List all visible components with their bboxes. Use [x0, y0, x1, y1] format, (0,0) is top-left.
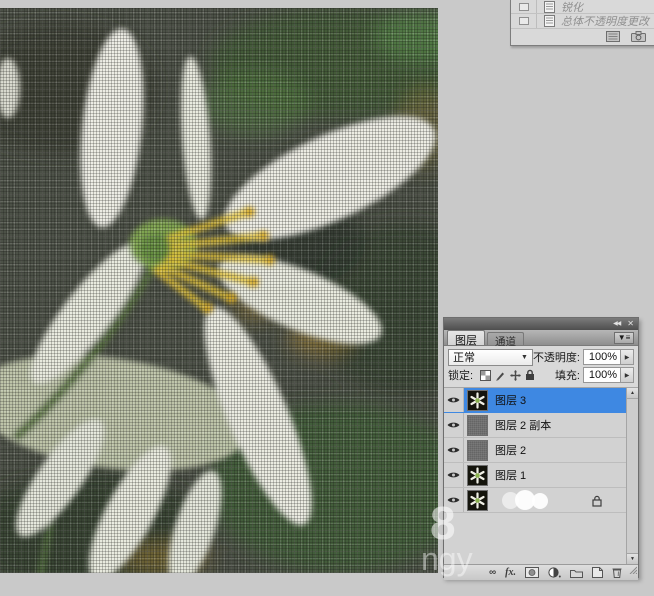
visibility-toggle[interactable]: [444, 413, 464, 437]
layer-style-icon[interactable]: fx.: [505, 567, 516, 578]
visibility-toggle[interactable]: [444, 488, 464, 512]
eye-icon: [447, 472, 460, 478]
opacity-slider-icon[interactable]: ▶: [621, 349, 634, 365]
collapse-panel-icon[interactable]: ◀◀: [613, 320, 621, 328]
resize-grip-icon[interactable]: [629, 561, 638, 579]
scroll-up-icon[interactable]: ▲: [627, 388, 638, 399]
close-panel-icon[interactable]: ✕: [627, 320, 634, 328]
layer-name[interactable]: 图层 2 副本: [495, 417, 551, 433]
layer-thumbnail[interactable]: [467, 439, 488, 461]
link-layers-icon[interactable]: ∞: [489, 567, 496, 578]
blend-mode-select[interactable]: 正常 ▼: [448, 348, 533, 366]
add-layer-mask-icon[interactable]: [525, 567, 539, 578]
layers-panel-controls: 正常 ▼ 不透明度: 100% ▶ 锁定: 填充: 100% ▶: [444, 346, 638, 388]
layer-locked-icon: [592, 494, 602, 512]
layers-panel-tabs: 图层 通道 ▼≡: [444, 330, 638, 348]
panel-menu-icon[interactable]: ▼≡: [614, 332, 634, 344]
history-state-label: 总体不透明度更改: [561, 16, 649, 28]
lock-label: 锁定:: [448, 370, 474, 382]
visibility-toggle[interactable]: [444, 463, 464, 487]
layer-thumbnail[interactable]: [467, 464, 488, 486]
layer-name[interactable]: 图层 3: [495, 392, 526, 408]
layers-panel-titlebar: ◀◀ ✕: [444, 318, 638, 330]
opacity-label: 不透明度:: [532, 352, 580, 364]
layers-bottom-bar: ∞ fx.: [444, 564, 638, 580]
tab-channels[interactable]: 通道: [487, 332, 524, 348]
adjustment-layer-icon[interactable]: [548, 567, 561, 578]
eye-icon: [447, 397, 460, 403]
fill-input[interactable]: 100%: [583, 367, 621, 383]
opacity-input[interactable]: 100%: [583, 349, 621, 365]
tab-layers[interactable]: 图层: [447, 330, 485, 347]
document-canvas[interactable]: [0, 8, 438, 573]
layer-name[interactable]: 图层 2: [495, 442, 526, 458]
layer-row-1[interactable]: 图层 1: [444, 463, 626, 488]
layer-row-2-copy[interactable]: 图层 2 副本: [444, 413, 626, 438]
fill-slider-icon[interactable]: ▶: [621, 367, 634, 383]
eye-icon: [447, 497, 460, 503]
visibility-toggle[interactable]: [444, 388, 464, 412]
history-state-row[interactable]: 总体不透明度更改: [511, 14, 654, 29]
layers-panel: ◀◀ ✕ 图层 通道 ▼≡ 正常 ▼ 不透明度: 100% ▶ 锁定: 填充: …: [443, 317, 639, 580]
new-layer-icon[interactable]: [592, 567, 603, 578]
lock-all-icon[interactable]: [525, 369, 535, 381]
eye-icon: [447, 447, 460, 453]
layer-thumbnail[interactable]: [467, 389, 488, 411]
blend-mode-value: 正常: [453, 352, 475, 364]
layer-thumbnail[interactable]: [467, 414, 488, 436]
history-bottom-bar: [511, 29, 654, 44]
history-brush-source-well[interactable]: [511, 0, 537, 13]
chevron-down-icon: ▼: [521, 353, 528, 361]
history-brush-source-well[interactable]: [511, 14, 537, 28]
history-state-row[interactable]: 锐化: [511, 0, 654, 14]
new-snapshot-icon[interactable]: [631, 31, 646, 42]
layer-name[interactable]: 图层 1: [495, 467, 526, 483]
history-state-icon: [544, 15, 556, 27]
visibility-toggle[interactable]: [444, 438, 464, 462]
history-state-icon: [544, 0, 556, 13]
new-group-icon[interactable]: [570, 568, 583, 578]
delete-layer-icon[interactable]: [612, 567, 622, 578]
eye-icon: [447, 422, 460, 428]
layers-list: 图层 3 图层 2 副本 图层 2 图层 1 ▲ ▼: [444, 388, 638, 564]
layer-row-background[interactable]: [444, 488, 626, 513]
lock-position-move-icon[interactable]: [510, 369, 522, 381]
layers-scrollbar[interactable]: ▲ ▼: [626, 388, 638, 564]
fill-label: 填充:: [554, 370, 580, 382]
new-document-from-state-icon[interactable]: [606, 31, 620, 42]
layer-thumbnail[interactable]: [467, 489, 488, 511]
flower-photo-illustration: [0, 8, 438, 573]
lock-pixels-brush-icon[interactable]: [495, 370, 506, 381]
history-panel-fragment: 锐化 总体不透明度更改: [510, 0, 654, 46]
layer-row-2[interactable]: 图层 2: [444, 438, 626, 463]
watermark-blobs: [502, 490, 552, 511]
lock-transparency-icon[interactable]: [480, 369, 492, 381]
layer-row-3[interactable]: 图层 3: [444, 388, 626, 413]
